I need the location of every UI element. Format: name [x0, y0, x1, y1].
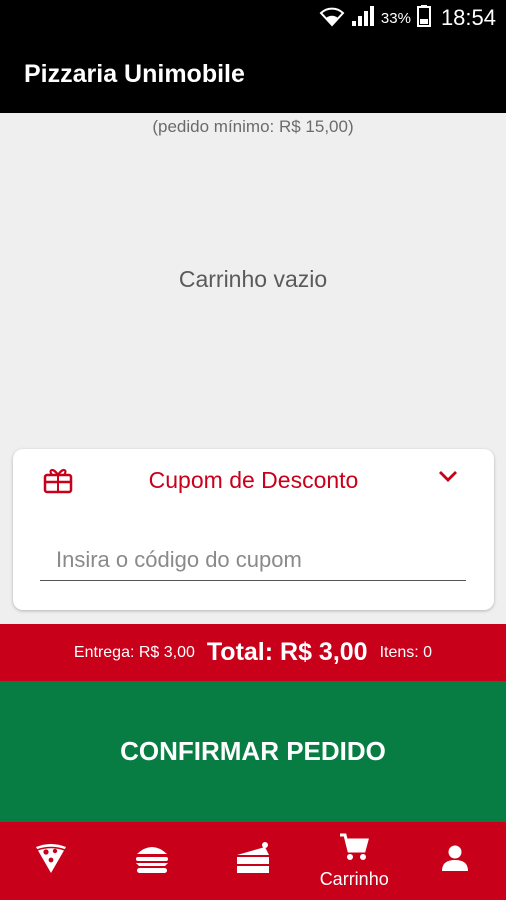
nav-label-cart: Carrinho [319, 869, 389, 889]
order-total: Total: R$ 3,00 [206, 638, 368, 666]
chevron-down-icon[interactable] [438, 469, 458, 488]
nav-item-pizza[interactable] [0, 822, 101, 900]
coupon-title: Cupom de Desconto [148, 466, 359, 493]
gift-icon [43, 466, 73, 499]
nav-item-profile[interactable] [405, 822, 506, 900]
minimum-order-text: (pedido mínimo: R$ 15,00) [152, 117, 354, 136]
burger-icon [134, 842, 170, 879]
app-bar: Pizzaria Unimobile [0, 36, 506, 113]
cart-icon [339, 832, 370, 867]
bottom-nav: Carrinho [0, 822, 506, 900]
battery-percentage: 33% [380, 9, 411, 27]
nav-item-dessert[interactable] [202, 822, 303, 900]
empty-cart-message: Carrinho vazio [178, 266, 328, 292]
delivery-fee: Entrega: R$ 3,00 [73, 643, 195, 661]
wifi-icon [319, 5, 345, 32]
nav-item-burger[interactable] [101, 822, 202, 900]
cake-icon [235, 841, 271, 880]
person-icon [441, 844, 469, 877]
app-title: Pizzaria Unimobile [24, 60, 245, 88]
battery-icon [416, 4, 431, 32]
items-count: Itens: 0 [379, 643, 433, 661]
clock: 18:54 [440, 5, 496, 30]
confirm-order-button[interactable]: CONFIRMAR PEDIDO [0, 681, 506, 822]
signal-icon [351, 5, 375, 32]
coupon-code-input[interactable] [40, 539, 466, 581]
pizza-icon [34, 841, 68, 880]
nav-item-cart[interactable]: Carrinho [304, 822, 405, 900]
status-bar: 33% 18:54 [0, 0, 506, 36]
coupon-header[interactable]: Cupom de Desconto [13, 449, 494, 511]
totals-bar: Entrega: R$ 3,00 Total: R$ 3,00 Itens: 0 [0, 624, 506, 681]
coupon-card: Cupom de Desconto [13, 449, 494, 610]
